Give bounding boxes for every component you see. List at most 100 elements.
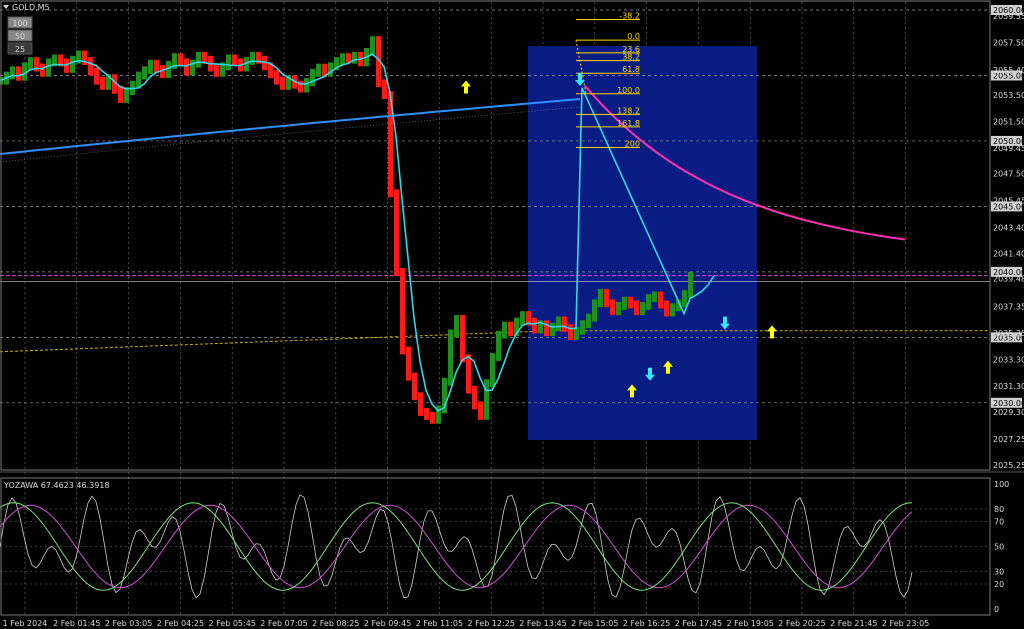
price-tick-label: 2057.50	[993, 39, 1024, 48]
price-tick-label: 2059.55	[993, 12, 1024, 21]
price-bar	[604, 288, 609, 308]
price-bar	[658, 291, 663, 309]
price-bar	[352, 51, 357, 64]
price-bar	[418, 392, 423, 416]
price-bar	[94, 67, 99, 85]
price-bar	[544, 320, 549, 337]
time-label: 2 Feb 16:25	[623, 619, 670, 628]
price-bar	[682, 290, 687, 308]
level-button-label[interactable]: 100	[12, 19, 27, 28]
price-bar	[406, 346, 411, 381]
price-tick-label: 2035.35	[993, 329, 1024, 338]
price-tick-label: 2049.45	[993, 144, 1024, 153]
time-label: 2 Feb 23:05	[882, 619, 929, 628]
price-bar	[454, 315, 459, 338]
price-bar	[430, 411, 435, 424]
level-button-label[interactable]: 25	[15, 45, 25, 54]
price-tick-label: 2055.40	[993, 66, 1024, 75]
price-bar	[370, 36, 375, 56]
price-tick-label: 2047.50	[993, 170, 1024, 179]
slow-ma-band	[0, 106, 581, 163]
oscillator-tick-label: 80	[994, 505, 1004, 514]
price-bar	[496, 330, 501, 361]
price-bar	[628, 296, 633, 309]
time-label: 2 Feb 20:25	[778, 619, 825, 628]
time-label: 2 Feb 03:05	[105, 619, 152, 628]
price-bar	[448, 329, 453, 386]
price-bar	[178, 53, 183, 67]
price-tick-label: 2037.35	[993, 303, 1024, 312]
price-bar	[556, 316, 561, 331]
time-label: 2 Feb 01:45	[53, 619, 100, 628]
price-bar	[400, 267, 405, 355]
price-bar	[46, 58, 51, 77]
time-label: 2 Feb 09:45	[364, 619, 411, 628]
vwap-line	[0, 330, 990, 353]
price-bar	[274, 70, 279, 85]
oscillator-tick-label: 100	[994, 480, 1009, 489]
price-bar	[586, 313, 591, 329]
price-tick-label: 2051.50	[993, 117, 1024, 126]
main-chart-panel[interactable]: -38.20.023.638.261.8100.0138.2161.8200	[0, 2, 990, 615]
price-bar	[340, 53, 345, 65]
fibonacci-level-label: 138.2	[617, 106, 640, 115]
price-bar	[616, 301, 621, 316]
price-tick-label: 2029.30	[993, 408, 1024, 417]
time-label: 2 Feb 07:05	[260, 619, 307, 628]
price-bar	[652, 291, 657, 302]
price-bar	[394, 189, 399, 276]
oscillator-tick-label: 50	[994, 543, 1004, 552]
dropdown-icon[interactable]	[3, 5, 9, 9]
fibonacci-level-label: 61.8	[622, 65, 640, 74]
price-tick-label: 2039.48	[993, 275, 1024, 284]
oscillator-panel[interactable]	[0, 494, 990, 599]
price-tick-label: 2033.30	[993, 356, 1024, 365]
price-bar	[190, 59, 195, 76]
price-bar	[610, 299, 615, 316]
price-bar	[328, 62, 333, 77]
oscillator-label: YOZAWA 67.4623 46.3918	[3, 481, 109, 490]
price-bar	[424, 408, 429, 420]
price-bar	[646, 294, 651, 310]
price-bar	[214, 63, 219, 77]
price-tick-label: 2027.25	[993, 435, 1024, 444]
price-bar	[550, 322, 555, 337]
price-bar	[412, 372, 417, 401]
price-bar	[232, 54, 237, 67]
axes: 1 Feb 2024 2 Feb 01:45 2 Feb 03:05 2 Feb 04…	[0, 0, 1024, 628]
price-bar	[508, 321, 513, 337]
price-tick-label: 2045.45	[993, 197, 1024, 206]
level-button-label[interactable]: 50	[15, 32, 25, 41]
price-tick-label: 2025.25	[993, 461, 1024, 470]
price-chart[interactable]: -38.20.023.638.261.8100.0138.2161.8200 1…	[0, 0, 1024, 629]
price-bar	[184, 58, 189, 76]
price-bar	[124, 87, 129, 103]
price-bar	[622, 296, 627, 310]
time-label: 2 Feb 13:45	[519, 619, 566, 628]
fibonacci-level-label: 38.2	[622, 53, 640, 62]
price-bar	[664, 300, 669, 317]
time-label: 2 Feb 17:45	[675, 619, 722, 628]
fibonacci-level-label: 0.0	[627, 32, 640, 41]
price-bar	[472, 385, 477, 410]
price-tick-label: 2043.40	[993, 223, 1024, 232]
price-bar	[568, 324, 573, 340]
price-bar	[490, 353, 495, 388]
price-bar	[148, 59, 153, 75]
buy-arrow-icon	[461, 80, 471, 94]
price-bar	[250, 51, 255, 65]
price-bar	[100, 76, 105, 90]
price-bar	[142, 66, 147, 80]
time-label: 2 Feb 15:05	[571, 619, 618, 628]
price-bar	[592, 299, 597, 322]
price-bar	[688, 271, 693, 299]
price-tick-label: 2041.40	[993, 250, 1024, 259]
price-bar	[196, 51, 201, 68]
buy-arrow-icon	[767, 325, 777, 339]
price-bar	[226, 54, 231, 71]
price-bar	[310, 68, 315, 86]
time-label: 2 Feb 12:25	[467, 619, 514, 628]
time-label: 2 Feb 21:45	[830, 619, 877, 628]
price-bar	[280, 76, 285, 90]
price-bar	[70, 55, 75, 73]
